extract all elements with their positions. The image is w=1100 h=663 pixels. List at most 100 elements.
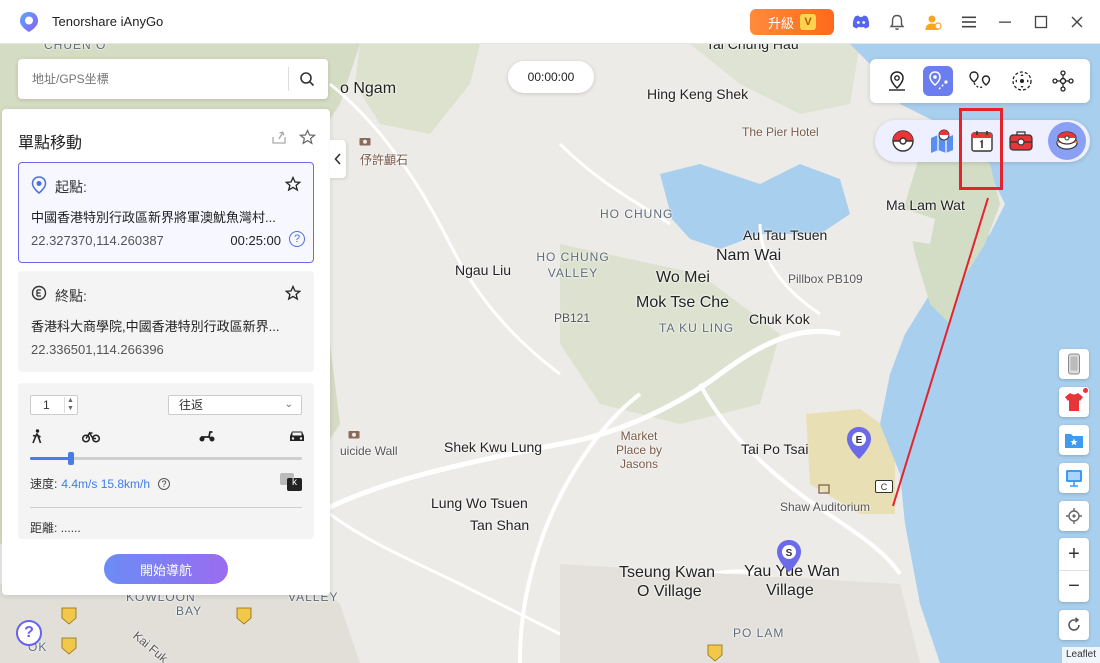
single-spot-movement-icon [929, 71, 948, 90]
unit-toggle[interactable]: k [280, 473, 302, 491]
route-badge-icon [61, 637, 77, 655]
poke-case-button[interactable] [1006, 126, 1036, 156]
end-marker-icon[interactable]: E [845, 426, 873, 460]
chevron-left-icon [334, 153, 341, 165]
star-icon[interactable] [285, 285, 301, 301]
map-label: TA KU LING [659, 321, 735, 335]
collapse-panel-button[interactable] [330, 140, 346, 178]
map-label: Tan Shan [470, 517, 530, 533]
vip-badge: V [800, 14, 816, 30]
speed-help-icon[interactable]: ? [158, 477, 171, 490]
route-badge-icon [61, 607, 77, 625]
unit-toggle-label: k [292, 477, 297, 488]
discord-icon[interactable] [852, 13, 870, 31]
joystick-mode-button[interactable] [1007, 66, 1037, 96]
map-label: Pillbox PB109 [788, 272, 863, 286]
repeat-count-stepper[interactable]: 1 ▲ ▼ [30, 395, 78, 415]
speed-value: 4.4m/s 15.8km/h [61, 476, 151, 491]
map-label: PB121 [554, 311, 591, 325]
map-label: PO LAM [733, 626, 785, 640]
title-bar: Tenorshare iAnyGo 升級 V [0, 0, 1100, 44]
map-label: Hing Keng Shek [647, 86, 749, 102]
teleport-icon [889, 71, 905, 91]
start-marker-icon[interactable]: S [775, 539, 803, 573]
help-button[interactable]: ? [16, 620, 42, 646]
chevron-down-icon: ⌄ [284, 399, 293, 410]
leaflet-attribution[interactable]: Leaflet [1061, 647, 1100, 663]
app-logo-icon [20, 11, 38, 32]
favorites-folder-button[interactable] [1059, 425, 1089, 455]
start-point-icon [31, 176, 47, 194]
route-mode-select[interactable]: 往返 ⌄ [168, 395, 302, 415]
mode-toolbar [870, 59, 1090, 103]
start-navigation-button[interactable]: 開始導航 [104, 554, 228, 584]
map-label: Nam Wai [716, 247, 782, 264]
stepper-arrows-icon[interactable]: ▲ ▼ [64, 397, 76, 413]
poke-map-icon [931, 129, 953, 153]
bike-icon[interactable] [81, 429, 101, 448]
single-spot-mode-button[interactable] [923, 66, 953, 96]
end-marker-tag: C [875, 480, 893, 493]
maximize-icon[interactable] [1032, 13, 1050, 31]
search-button[interactable] [289, 59, 325, 99]
tshirt-icon [1065, 393, 1083, 411]
map-label: O Village [637, 583, 702, 600]
poke-map-button[interactable] [927, 126, 957, 156]
search-bar [18, 59, 328, 99]
map-label: Tai Chung Hau [706, 44, 799, 52]
upgrade-button[interactable]: 升級 V [750, 9, 834, 35]
joystick-icon [1012, 71, 1032, 91]
start-time: 00:25:00 [230, 233, 281, 248]
speed-slider[interactable] [30, 452, 302, 465]
device-button[interactable] [1059, 349, 1089, 379]
favorite-route-icon[interactable] [299, 129, 316, 145]
car-icon[interactable] [288, 429, 306, 448]
time-help-icon[interactable]: ? [289, 231, 305, 247]
walk-icon[interactable] [30, 429, 44, 450]
pokeball-icon [892, 130, 914, 152]
account-icon[interactable] [924, 13, 942, 31]
map-label: Au Tau Tsuen [743, 227, 828, 243]
close-icon[interactable] [1068, 13, 1086, 31]
map-label: Lung Wo Tsuen [431, 495, 528, 511]
speed-slider-thumb[interactable] [68, 452, 74, 465]
export-icon[interactable] [271, 129, 287, 145]
menu-icon[interactable] [960, 13, 978, 31]
repeat-count-value: 1 [43, 398, 50, 412]
scooter-icon[interactable] [198, 429, 216, 448]
end-point-card[interactable]: 終點: 香港科大商學院,中國香港特別行政區新界... 22.336501,114… [18, 271, 314, 372]
end-point-icon [31, 285, 47, 301]
map-label: The Pier Hotel [742, 125, 819, 139]
screen-button[interactable] [1059, 463, 1089, 493]
route-settings: 1 ▲ ▼ 往返 ⌄ 速度: 4.4m/s 15.8km/h ? k 距離: .… [18, 383, 314, 539]
start-coords: 22.327370,114.260387 [31, 233, 164, 248]
locate-button[interactable] [1059, 501, 1089, 531]
gpx-route-mode-button[interactable] [1048, 66, 1078, 96]
reset-rotation-button[interactable] [1059, 610, 1089, 640]
route-badge-icon [707, 644, 723, 662]
end-marker-letter: E [856, 435, 863, 446]
multi-spot-movement-icon [969, 71, 991, 89]
folder-star-icon [1065, 434, 1083, 448]
distance-value: ...... [60, 521, 81, 535]
multi-spot-mode-button[interactable] [965, 66, 995, 96]
map-label: Mok Tse Che [636, 294, 730, 311]
map-label: CHUEN O [44, 44, 107, 52]
monitor-icon [1066, 470, 1082, 487]
start-point-card[interactable]: 起點: 中國香港特別行政區新界將軍澳魷魚灣村... 22.327370,114.… [18, 162, 314, 263]
star-icon[interactable] [285, 176, 301, 192]
map-label: uicide Wall [340, 444, 398, 458]
notification-dot [1082, 387, 1089, 394]
pokeball-button[interactable] [888, 126, 918, 156]
map-label: Village [766, 582, 814, 599]
search-input[interactable] [18, 72, 288, 86]
zoom-control: + − [1059, 538, 1089, 602]
poke-stack-icon [1056, 131, 1078, 150]
poke-hub-button[interactable] [1052, 126, 1082, 156]
teleport-mode-button[interactable] [882, 66, 912, 96]
minimize-icon[interactable] [996, 13, 1014, 31]
zoom-out-button[interactable]: − [1059, 570, 1089, 602]
gift-button[interactable] [1059, 387, 1089, 417]
zoom-in-button[interactable]: + [1059, 538, 1089, 570]
bell-icon[interactable] [888, 13, 906, 31]
